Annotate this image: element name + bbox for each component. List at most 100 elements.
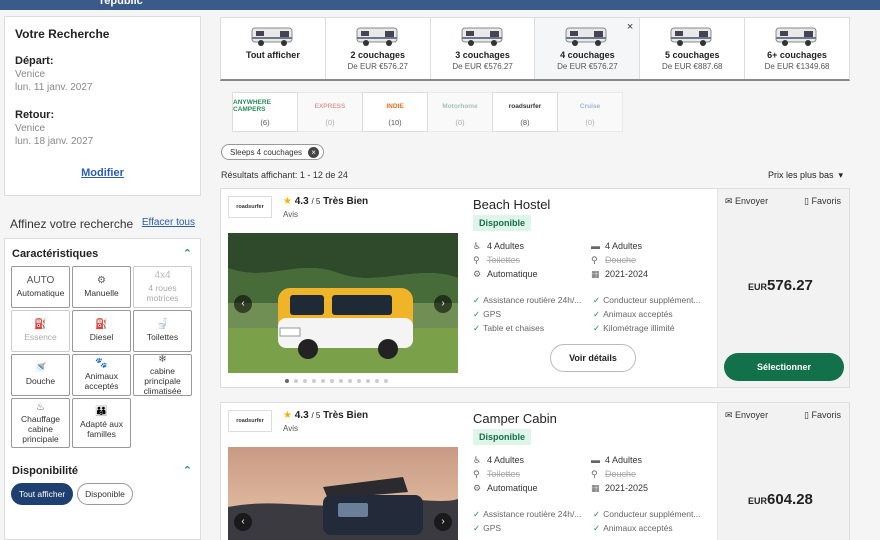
view-details-button[interactable]: Voir détails (550, 344, 636, 372)
tab-price: De EUR €1349.68 (764, 62, 830, 71)
carousel-dot[interactable] (348, 379, 352, 383)
carousel-dot[interactable] (357, 379, 361, 383)
filter-label: Douche (25, 375, 56, 386)
brand-filter-anywhere-campers[interactable]: ANYWHERE CAMPERS (6) (232, 92, 298, 132)
carousel-dot[interactable] (375, 379, 379, 383)
feature-text: Assistance routière 24h/... (483, 509, 582, 519)
filter-cabine-principale-climatisee[interactable]: ❄ cabine principale climatisée (133, 354, 192, 396)
filter-4-roues-motrices[interactable]: 4x4 4 roues motrices (133, 266, 192, 308)
spec-text: 4 Adultes (487, 455, 525, 465)
filter-animaux-acceptes[interactable]: 🐾 Animaux acceptés (72, 354, 131, 396)
tab-4-couchages[interactable]: 4 couchages De EUR €576.27 × (535, 18, 641, 79)
filter-adapte-aux-familles[interactable]: 👪 Adapté aux familles (72, 398, 131, 448)
tab-tout-afficher[interactable]: Tout afficher (221, 18, 326, 79)
price-currency: EUR (748, 282, 768, 292)
filter-chauffage-cabine-principale[interactable]: ♨ Chauffage cabine principale (11, 398, 70, 448)
brand-count: (0) (325, 118, 335, 127)
filter-label: Animaux acceptés (84, 370, 119, 391)
tab-3-couchages[interactable]: 3 couchages De EUR €576.27 (431, 18, 536, 79)
filter-automatique[interactable]: AUTO Automatique (11, 266, 70, 308)
close-icon[interactable]: × (308, 146, 320, 158)
spec-item: ⚲ Toilettes (473, 469, 591, 480)
send-button[interactable]: ✉ Envoyer (725, 196, 768, 207)
return-label: Retour: (15, 109, 55, 121)
filter-douche[interactable]: 🚿 Douche (11, 354, 70, 396)
carousel-dot[interactable] (366, 379, 370, 383)
brand-filter-cruise[interactable]: Cruise (0) (557, 92, 623, 132)
listing-specs: ♿ 4 Adultes ▬ 4 Adultes ⚲ Toilettes ⚲ Douche ⚙ Au… (473, 455, 713, 494)
rating: ★ 4.3 / 5 Très Bien (283, 196, 368, 207)
star-icon: ★ (283, 410, 292, 421)
feature-icon: 🚽 (156, 319, 169, 331)
tab-2-couchages[interactable]: 2 couchages De EUR €576.27 (326, 18, 431, 79)
features-section-header[interactable]: Caractéristiques ⌃ (5, 239, 200, 266)
carousel-dot[interactable] (294, 379, 298, 383)
spec-icon: ▬ (591, 241, 600, 251)
select-button[interactable]: Sélectionner (724, 353, 844, 381)
filter-manuelle[interactable]: ⚙ Manuelle (72, 266, 131, 308)
camper-van-icon (775, 27, 817, 46)
close-icon[interactable]: × (627, 21, 633, 33)
feature-text: Animaux acceptés (603, 309, 673, 319)
brand-filter-motorhome[interactable]: Motorhome (0) (427, 92, 493, 132)
filter-label: Manuelle (84, 287, 119, 298)
chevron-up-icon[interactable]: ⌃ (183, 247, 192, 260)
brand-count: (6) (260, 118, 270, 127)
tab-label: 4 couchages (560, 50, 615, 60)
vehicle-photo[interactable]: ‹ › (228, 447, 458, 540)
prev-photo-button[interactable]: ‹ (234, 513, 252, 531)
listing-card: roadsurfer ★ 4.3 / 5 Très Bien Avis ‹ › (220, 188, 850, 388)
filter-toilettes[interactable]: 🚽 Toilettes (133, 310, 192, 352)
carousel-dot[interactable] (384, 379, 388, 383)
brand-filter-indie[interactable]: INDIE (10) (362, 92, 428, 132)
favorite-button[interactable]: ▯ Favoris (804, 196, 841, 207)
favorite-label: Favoris (811, 196, 841, 206)
rating-word: Très Bien (323, 196, 369, 207)
filter-essence[interactable]: ⛽ Essence (11, 310, 70, 352)
prev-photo-button[interactable]: ‹ (234, 295, 252, 313)
availability-disponible[interactable]: Disponible (77, 483, 133, 505)
spec-item: ♿ 4 Adultes (473, 241, 591, 252)
favorite-button[interactable]: ▯ Favoris (804, 410, 841, 421)
feature-text: Conducteur supplément... (603, 509, 701, 519)
clear-all-link[interactable]: Effacer tous (142, 217, 195, 228)
refine-title: Affinez votre recherche (10, 217, 134, 231)
carousel-dot[interactable] (339, 379, 343, 383)
carousel-dot[interactable] (285, 379, 289, 383)
modify-search-link[interactable]: Modifier (5, 167, 200, 179)
listing-price: EUR576.27 (748, 277, 813, 294)
brand-filter-express[interactable]: EXPRESS (0) (297, 92, 363, 132)
chevron-up-icon[interactable]: ⌃ (183, 464, 192, 477)
sort-dropdown[interactable]: Prix les plus bas ▾ (768, 170, 843, 181)
availability-tout-afficher[interactable]: Tout afficher (11, 483, 74, 505)
send-button[interactable]: ✉ Envoyer (725, 410, 768, 421)
brand-count: (8) (520, 118, 530, 127)
listing-title[interactable]: Camper Cabin (473, 411, 557, 426)
spec-text: Toilettes (487, 469, 521, 479)
active-filter-label: Sleeps 4 couchages (230, 147, 303, 157)
listing-title[interactable]: Beach Hostel (473, 197, 550, 212)
availability-section-header[interactable]: Disponibilité ⌃ (5, 456, 200, 483)
brand-count: (0) (455, 118, 465, 127)
vehicle-photo[interactable]: ‹ › (228, 233, 458, 373)
spec-icon: ⚙ (473, 483, 482, 493)
next-photo-button[interactable]: › (434, 295, 452, 313)
status-badge: Disponible (473, 429, 532, 445)
active-filter-chip[interactable]: Sleeps 4 couchages × (221, 144, 325, 160)
next-photo-button[interactable]: › (434, 513, 452, 531)
carousel-dot[interactable] (321, 379, 325, 383)
sleeps-tabs: Tout afficher 2 couchages De EUR €576.27 3 … (220, 17, 850, 81)
tab-5-couchages[interactable]: 5 couchages De EUR €887.68 (640, 18, 746, 79)
spec-text: 2021-2025 (605, 483, 649, 493)
rating-word: Très Bien (323, 410, 369, 421)
carousel-dot[interactable] (330, 379, 334, 383)
price-value: 576.27 (767, 277, 813, 294)
feature-text: GPS (483, 309, 502, 319)
check-icon: ✓ (593, 509, 601, 519)
brand-filter-roadsurfer[interactable]: roadsurfer (8) (492, 92, 558, 132)
spec-icon: ⚲ (473, 255, 480, 265)
carousel-dot[interactable] (303, 379, 307, 383)
carousel-dot[interactable] (312, 379, 316, 383)
tab-6-couchages[interactable]: 6+ couchages De EUR €1349.68 (745, 18, 849, 79)
filter-diesel[interactable]: ⛽ Diesel (72, 310, 131, 352)
